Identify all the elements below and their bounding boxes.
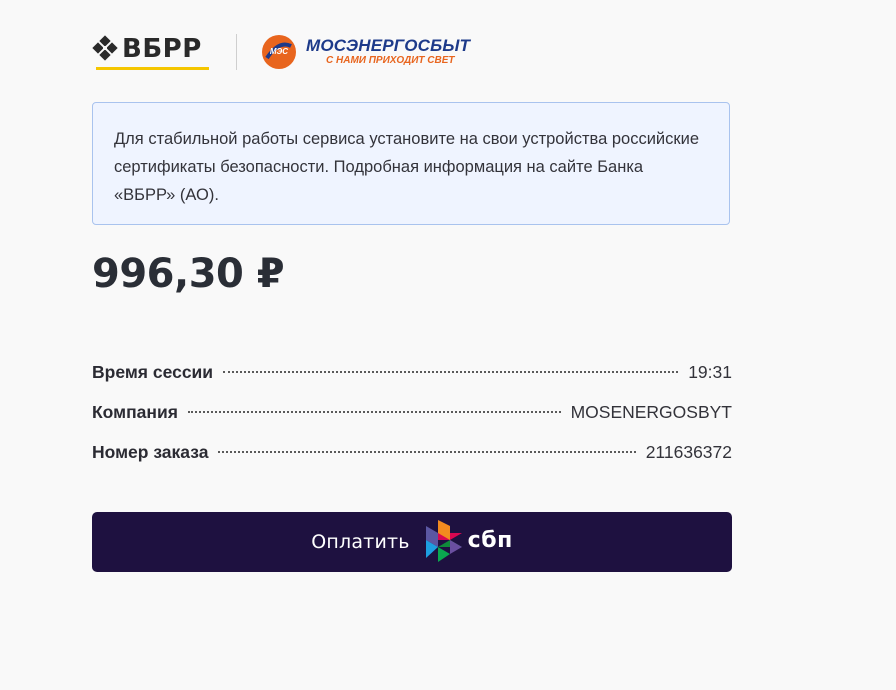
notice-text: Для стабильной работы сервиса установите… — [114, 130, 700, 204]
mes-logo-icon: МЭС — [262, 35, 296, 69]
detail-value: MOSENERGOSBYT — [570, 402, 732, 422]
detail-row-order-number: Номер заказа 211636372 — [92, 442, 732, 482]
header-logos: ВБРР МЭС МОСЭНЕРГОСБЫТ С НАМИ ПРИХОДИТ С… — [92, 32, 470, 72]
logo-divider — [236, 34, 237, 70]
dotted-leader — [223, 371, 679, 373]
payment-page: ВБРР МЭС МОСЭНЕРГОСБЫТ С НАМИ ПРИХОДИТ С… — [0, 0, 896, 690]
bank-logo: ВБРР — [92, 35, 210, 70]
partner-logo: МЭС МОСЭНЕРГОСБЫТ С НАМИ ПРИХОДИТ СВЕТ — [261, 34, 470, 70]
detail-label: Номер заказа — [92, 442, 209, 462]
pay-sbp-button[interactable]: Оплатить сбп — [92, 512, 732, 572]
detail-value: 211636372 — [645, 442, 732, 462]
certificate-notice: Для стабильной работы сервиса установите… — [92, 102, 730, 225]
sbp-brand-text: сбп — [467, 527, 513, 553]
partner-badge-text: МЭС — [270, 47, 288, 56]
bank-logo-text: ВБРР — [122, 33, 202, 64]
detail-label: Время сессии — [92, 362, 214, 382]
sbp-logo-icon — [425, 520, 462, 562]
dotted-leader — [218, 451, 636, 453]
dotted-leader — [187, 411, 561, 413]
detail-row-company: Компания MOSENERGOSBYT — [92, 402, 732, 442]
detail-label: Компания — [92, 402, 178, 422]
partner-slogan: С НАМИ ПРИХОДИТ СВЕТ — [326, 55, 455, 66]
detail-value: 19:31 — [688, 362, 732, 382]
bank-logo-underline — [96, 66, 209, 70]
vbrr-logo-icon — [92, 34, 118, 61]
detail-row-session-time: Время сессии 19:31 — [92, 362, 732, 402]
order-details: Время сессии 19:31 Компания MOSENERGOSBY… — [92, 362, 732, 482]
pay-button-label: Оплатить — [311, 531, 410, 553]
partner-name: МОСЭНЕРГОСБЫТ — [306, 36, 471, 55]
payment-amount: 996,30 ₽ — [92, 251, 285, 297]
